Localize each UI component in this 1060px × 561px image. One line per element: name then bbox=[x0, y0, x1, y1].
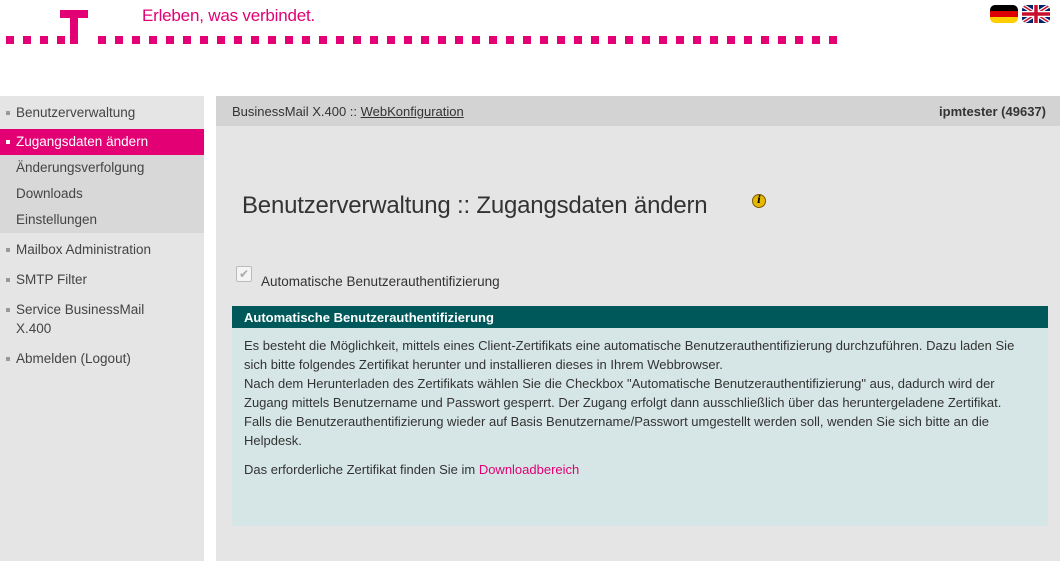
bullet-icon bbox=[6, 111, 10, 115]
brand-dot bbox=[336, 36, 344, 44]
brand-dot bbox=[812, 36, 820, 44]
sidebar-item-label: SMTP Filter bbox=[16, 272, 88, 287]
info-paragraph: Das erforderliche Zertifikat finden Sie … bbox=[244, 460, 1036, 479]
brand-dot bbox=[540, 36, 548, 44]
brand-dot bbox=[200, 36, 208, 44]
german-flag-icon[interactable] bbox=[990, 5, 1018, 23]
brand-dot bbox=[642, 36, 650, 44]
brand-dot bbox=[217, 36, 225, 44]
auto-auth-checkbox[interactable]: ✔ bbox=[236, 266, 252, 282]
info-paragraph: Es besteht die Möglichkeit, mittels eine… bbox=[244, 338, 1015, 372]
download-area-link[interactable]: Downloadbereich bbox=[479, 462, 579, 477]
brand-dot bbox=[57, 36, 65, 44]
brand-dot bbox=[676, 36, 684, 44]
sidebar-item-mailbox-administration[interactable]: Mailbox Administration bbox=[0, 237, 204, 263]
brand-dot bbox=[183, 36, 191, 44]
brand-dot bbox=[574, 36, 582, 44]
brand-dot bbox=[404, 36, 412, 44]
brand-dot bbox=[132, 36, 140, 44]
sidebar-item-zugangsdaten-aendern[interactable]: Zugangsdaten ändern bbox=[0, 129, 204, 155]
brand-dot bbox=[40, 36, 48, 44]
breadcrumb-prefix: BusinessMail X.400 :: bbox=[232, 104, 361, 119]
auto-auth-checkbox-label: Automatische Benutzerauthentifizierung bbox=[261, 274, 500, 289]
sidebar-item-logout[interactable]: Abmelden (Logout) bbox=[0, 346, 204, 372]
brand-dot bbox=[778, 36, 786, 44]
info-icon[interactable]: i bbox=[752, 194, 766, 208]
brand-dot bbox=[472, 36, 480, 44]
bullet-icon bbox=[6, 278, 10, 282]
brand-dot bbox=[166, 36, 174, 44]
sidebar-item-label: Einstellungen bbox=[16, 212, 98, 227]
brand-dot bbox=[353, 36, 361, 44]
brand-dot bbox=[506, 36, 514, 44]
sidebar-item-einstellungen[interactable]: Einstellungen bbox=[0, 207, 204, 233]
sidebar-nav: Benutzerverwaltung Zugangsdaten ändern Ä… bbox=[0, 96, 204, 561]
brand-dot bbox=[421, 36, 429, 44]
page-title: Benutzerverwaltung :: Zugangsdaten änder… bbox=[242, 192, 708, 219]
brand-dot bbox=[608, 36, 616, 44]
page-header: Erleben, was verbindet. bbox=[0, 0, 1060, 60]
bullet-icon bbox=[6, 248, 10, 252]
brand-dot bbox=[387, 36, 395, 44]
info-paragraph: Nach dem Herunterladen des Zertifikats w… bbox=[244, 376, 1002, 410]
brand-dot bbox=[795, 36, 803, 44]
brand-dot bbox=[455, 36, 463, 44]
brand-dot bbox=[710, 36, 718, 44]
brand-dot bbox=[251, 36, 259, 44]
brand-dot bbox=[234, 36, 242, 44]
sidebar-item-service-businessmail[interactable]: Service BusinessMail X.400 bbox=[0, 297, 204, 342]
bullet-icon bbox=[6, 357, 10, 361]
brand-dot bbox=[744, 36, 752, 44]
brand-dot bbox=[659, 36, 667, 44]
brand-dot bbox=[6, 36, 14, 44]
sidebar-item-label: Mailbox Administration bbox=[16, 242, 152, 257]
breadcrumb: BusinessMail X.400 :: WebKonfiguration bbox=[232, 104, 464, 119]
sidebar-item-label: Service BusinessMail X.400 bbox=[16, 302, 145, 336]
sidebar-item-label: Zugangsdaten ändern bbox=[16, 134, 149, 149]
brand-dot bbox=[727, 36, 735, 44]
brand-dot bbox=[625, 36, 633, 44]
sidebar-item-label: Benutzerverwaltung bbox=[16, 105, 136, 120]
brand-dot bbox=[761, 36, 769, 44]
breadcrumb-bar: BusinessMail X.400 :: WebKonfiguration i… bbox=[216, 96, 1060, 126]
main-content: BusinessMail X.400 :: WebKonfiguration i… bbox=[216, 96, 1060, 561]
brand-dot bbox=[319, 36, 327, 44]
info-panel: Automatische Benutzerauthentifizierung E… bbox=[232, 306, 1048, 526]
brand-dot-line bbox=[0, 36, 840, 44]
brand-dot bbox=[829, 36, 837, 44]
download-hint-text: Das erforderliche Zertifikat finden Sie … bbox=[244, 462, 479, 477]
info-panel-body: Es besteht die Möglichkeit, mittels eine… bbox=[232, 328, 1048, 479]
sidebar-item-aenderungsverfolgung[interactable]: Änderungsverfolgung bbox=[0, 155, 204, 181]
brand-dot bbox=[98, 36, 106, 44]
brand-dot bbox=[115, 36, 123, 44]
slogan: Erleben, was verbindet. bbox=[142, 6, 316, 25]
brand-dot bbox=[557, 36, 565, 44]
bullet-icon bbox=[6, 308, 10, 312]
user-info: ipmtester (49637) bbox=[939, 104, 1046, 119]
brand-dot bbox=[149, 36, 157, 44]
sidebar-item-label: Abmelden (Logout) bbox=[16, 351, 131, 366]
brand-dot bbox=[591, 36, 599, 44]
brand-dot bbox=[302, 36, 310, 44]
brand-dot bbox=[523, 36, 531, 44]
brand-dot bbox=[23, 36, 31, 44]
sidebar-item-benutzerverwaltung[interactable]: Benutzerverwaltung bbox=[0, 100, 204, 126]
sidebar-item-smtp-filter[interactable]: SMTP Filter bbox=[0, 267, 204, 293]
brand-dot bbox=[285, 36, 293, 44]
info-panel-title: Automatische Benutzerauthentifizierung bbox=[232, 306, 1048, 328]
language-switcher bbox=[990, 5, 1050, 23]
uk-flag-icon[interactable] bbox=[1022, 5, 1050, 23]
brand-dot bbox=[693, 36, 701, 44]
breadcrumb-link-webkonfiguration[interactable]: WebKonfiguration bbox=[361, 104, 464, 119]
brand-dot bbox=[370, 36, 378, 44]
info-paragraph: Falls die Benutzerauthentifizierung wied… bbox=[244, 414, 990, 448]
sidebar-item-downloads[interactable]: Downloads bbox=[0, 181, 204, 207]
sidebar-item-label: Änderungsverfolgung bbox=[16, 160, 145, 175]
bullet-icon bbox=[6, 140, 10, 144]
brand-dot bbox=[268, 36, 276, 44]
brand-dot bbox=[438, 36, 446, 44]
brand-dot bbox=[489, 36, 497, 44]
sidebar-item-label: Downloads bbox=[16, 186, 83, 201]
